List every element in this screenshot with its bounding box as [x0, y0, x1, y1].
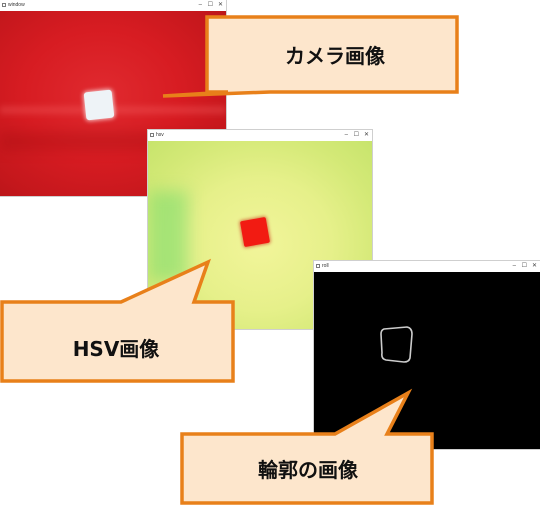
hsv-green-region: [148, 191, 188, 281]
contour-window: roll – ☐ ✕: [314, 261, 540, 449]
maximize-icon[interactable]: ☐: [354, 131, 359, 139]
contour-drawing: [380, 326, 413, 363]
app-icon: [316, 264, 320, 268]
app-icon: [150, 133, 154, 137]
camera-callout-label: カメラ画像: [285, 44, 385, 68]
minimize-icon[interactable]: –: [513, 262, 516, 270]
minimize-icon[interactable]: –: [199, 1, 202, 9]
red-square-object: [239, 216, 271, 248]
maximize-icon[interactable]: ☐: [208, 1, 213, 9]
close-icon[interactable]: ✕: [364, 131, 369, 139]
white-square-object: [83, 89, 115, 121]
contour-callout-label: 輪郭の画像: [258, 458, 358, 482]
contour-outline: [380, 326, 413, 363]
hsv-window-titlebar[interactable]: hsv – ☐ ✕: [148, 130, 372, 141]
contour-window-titlebar[interactable]: roll – ☐ ✕: [314, 261, 540, 272]
hsv-callout-label: HSV画像: [72, 337, 160, 361]
app-icon: [2, 3, 6, 7]
maximize-icon[interactable]: ☐: [522, 262, 527, 270]
close-icon[interactable]: ✕: [218, 1, 223, 9]
contour-image: [314, 272, 540, 449]
contour-window-title: roll: [322, 263, 329, 269]
camera-window-titlebar[interactable]: window – ☐ ✕: [0, 0, 226, 11]
hsv-window-title: hsv: [156, 132, 164, 138]
minimize-icon[interactable]: –: [345, 131, 348, 139]
close-icon[interactable]: ✕: [532, 262, 537, 270]
camera-window-title: window: [8, 2, 25, 8]
